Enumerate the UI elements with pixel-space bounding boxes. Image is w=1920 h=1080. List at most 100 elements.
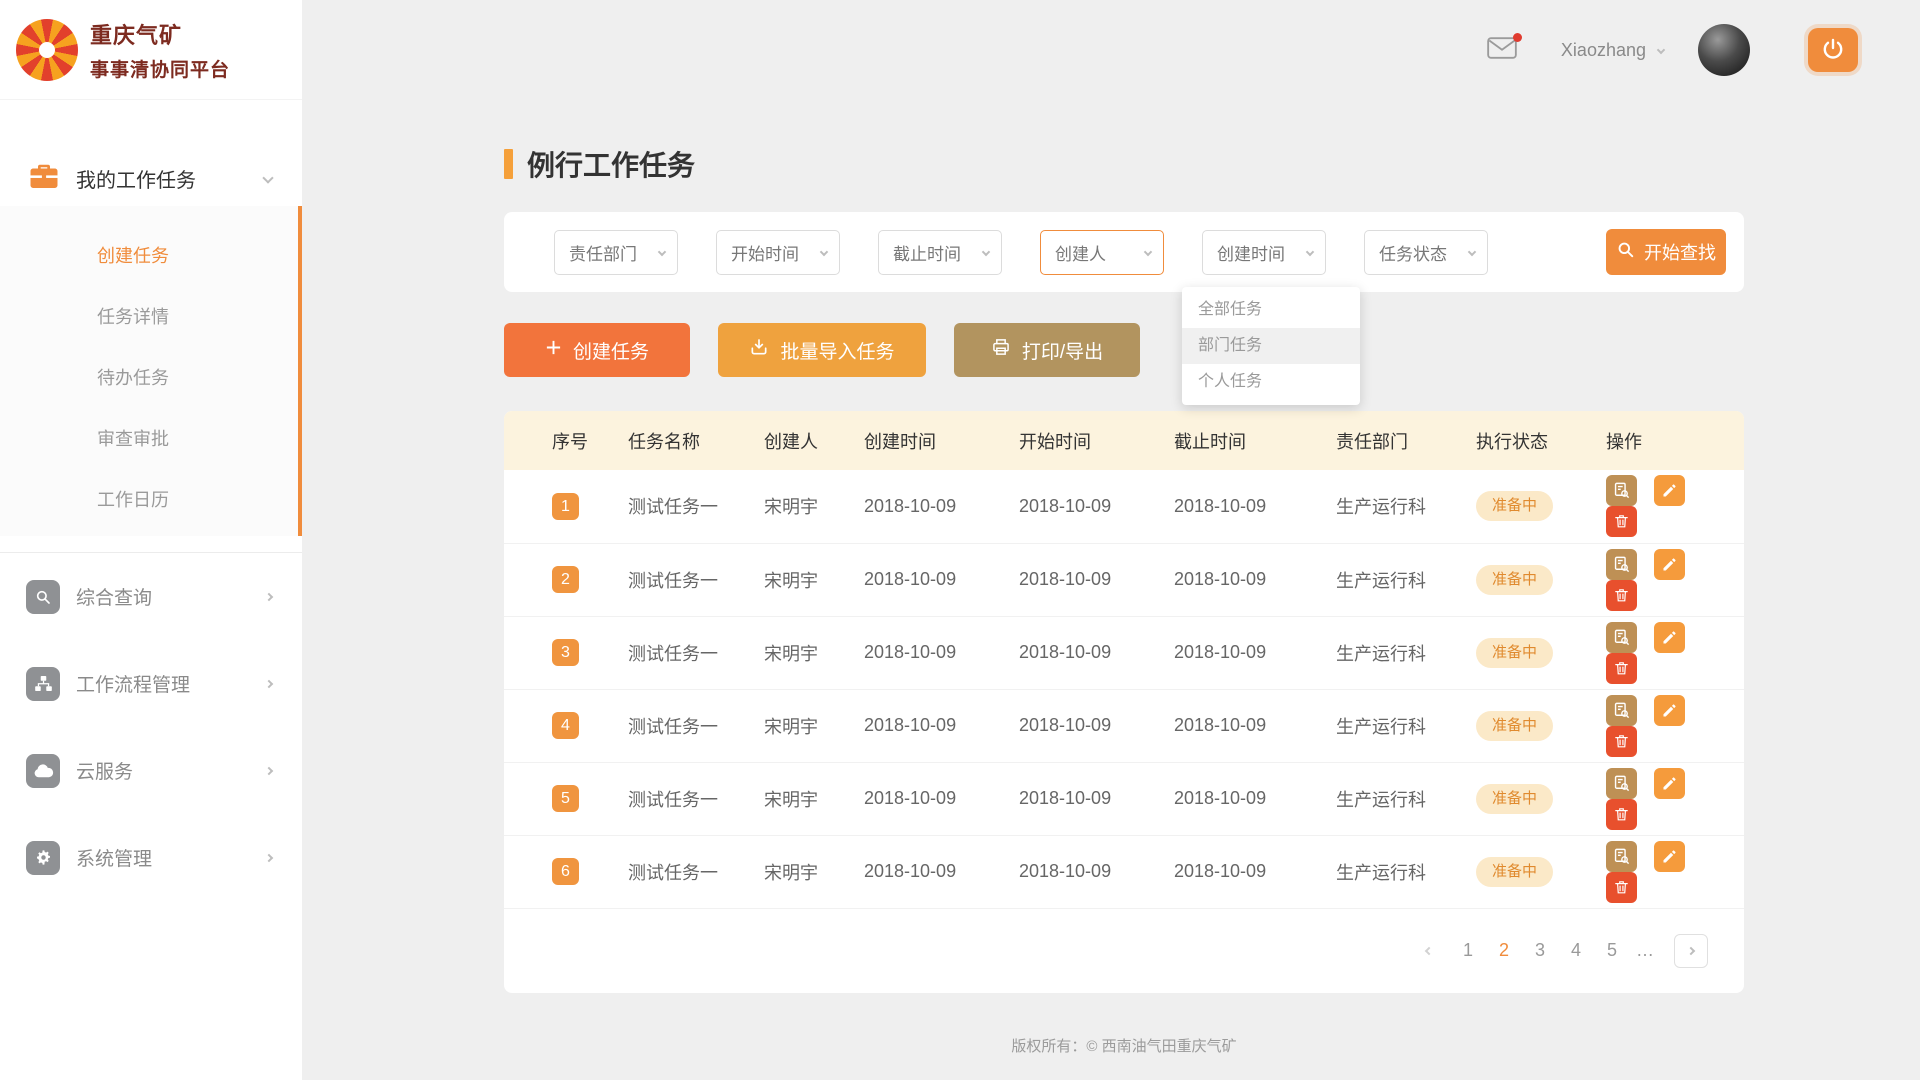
caret-down-icon bbox=[658, 248, 666, 256]
sidebar-item-comprehensive-query[interactable]: 综合查询 bbox=[0, 553, 302, 640]
status-badge: 准备中 bbox=[1476, 565, 1553, 595]
page-title-row: 例行工作任务 bbox=[504, 100, 1744, 182]
sidebar-item-system-management[interactable]: 系统管理 bbox=[0, 814, 302, 901]
page-number[interactable]: 4 bbox=[1564, 940, 1588, 961]
view-button[interactable] bbox=[1606, 622, 1637, 653]
create-task-button[interactable]: 创建任务 bbox=[504, 323, 690, 377]
edit-button[interactable] bbox=[1654, 841, 1685, 872]
logout-button[interactable] bbox=[1808, 28, 1858, 72]
chevron-left-icon bbox=[1425, 946, 1433, 954]
cell-start: 2018-10-09 bbox=[1007, 762, 1162, 835]
header-task-name: 任务名称 bbox=[616, 411, 752, 470]
brand-text: 重庆气矿 事事清协同平台 bbox=[90, 18, 230, 82]
table-row: 5 测试任务一 宋明宇 2018-10-09 2018-10-09 2018-1… bbox=[504, 762, 1744, 835]
cell-start: 2018-10-09 bbox=[1007, 835, 1162, 908]
select-label: 任务状态 bbox=[1379, 240, 1447, 265]
sidebar-item-todo-tasks[interactable]: 待办任务 bbox=[0, 348, 298, 409]
dropdown-option-dept-tasks[interactable]: 部门任务 bbox=[1182, 328, 1360, 364]
table-row: 2 测试任务一 宋明宇 2018-10-09 2018-10-09 2018-1… bbox=[504, 543, 1744, 616]
content: 例行工作任务 责任部门 开始时间 截止时间 创建人 bbox=[504, 100, 1744, 1056]
sidebar-item-label: 工作流程管理 bbox=[76, 670, 266, 697]
sidebar-item-my-tasks[interactable]: 我的工作任务 bbox=[0, 150, 302, 206]
cell-created: 2018-10-09 bbox=[852, 689, 1007, 762]
sidebar-item-create-task[interactable]: 创建任务 bbox=[0, 226, 298, 287]
bulk-import-button[interactable]: 批量导入任务 bbox=[718, 323, 926, 377]
cell-deadline: 2018-10-09 bbox=[1162, 543, 1324, 616]
view-button[interactable] bbox=[1606, 695, 1637, 726]
brand-block: 重庆气矿 事事清协同平台 bbox=[0, 0, 302, 100]
edit-button[interactable] bbox=[1654, 622, 1685, 653]
cell-status: 准备中 bbox=[1464, 470, 1594, 543]
edit-button[interactable] bbox=[1654, 768, 1685, 799]
sidebar-item-task-detail[interactable]: 任务详情 bbox=[0, 287, 298, 348]
view-button[interactable] bbox=[1606, 841, 1637, 872]
edit-button[interactable] bbox=[1654, 695, 1685, 726]
sidebar-item-label: 我的工作任务 bbox=[76, 164, 264, 193]
topbar: Xiaozhang bbox=[302, 0, 1920, 100]
page-number[interactable]: 3 bbox=[1528, 940, 1552, 961]
power-icon bbox=[1821, 37, 1845, 64]
page-number[interactable]: 1 bbox=[1456, 940, 1480, 961]
print-export-button[interactable]: 打印/导出 bbox=[954, 323, 1140, 377]
dropdown-option-personal-tasks[interactable]: 个人任务 bbox=[1182, 364, 1360, 400]
view-button[interactable] bbox=[1606, 768, 1637, 799]
delete-button[interactable] bbox=[1606, 872, 1637, 903]
chevron-right-icon bbox=[1687, 946, 1695, 954]
chevron-right-icon bbox=[265, 853, 273, 861]
sitemap-icon bbox=[26, 667, 60, 701]
search-button[interactable]: 开始查找 bbox=[1606, 229, 1726, 275]
cell-created: 2018-10-09 bbox=[852, 543, 1007, 616]
delete-button[interactable] bbox=[1606, 653, 1637, 684]
sidebar-item-work-calendar[interactable]: 工作日历 bbox=[0, 470, 298, 531]
select-create-time[interactable]: 创建时间 bbox=[1202, 230, 1326, 275]
select-creator[interactable]: 创建人 bbox=[1040, 230, 1164, 275]
cell-actions bbox=[1594, 616, 1744, 689]
dropdown-option-all-tasks[interactable]: 全部任务 bbox=[1182, 292, 1360, 328]
cell-creator: 宋明宇 bbox=[752, 543, 852, 616]
brand-subtitle: 事事清协同平台 bbox=[90, 55, 230, 82]
mail-button[interactable] bbox=[1487, 36, 1517, 65]
pagination-prev-button[interactable] bbox=[1414, 936, 1444, 966]
pagination-next-button[interactable] bbox=[1674, 934, 1708, 968]
table-row: 4 测试任务一 宋明宇 2018-10-09 2018-10-09 2018-1… bbox=[504, 689, 1744, 762]
cell-actions bbox=[1594, 689, 1744, 762]
plus-icon bbox=[545, 339, 562, 362]
page-number-active[interactable]: 2 bbox=[1492, 940, 1516, 961]
edit-button[interactable] bbox=[1654, 475, 1685, 506]
user-menu[interactable]: Xiaozhang bbox=[1561, 40, 1664, 61]
select-start-time[interactable]: 开始时间 bbox=[716, 230, 840, 275]
task-type-dropdown: 全部任务 部门任务 个人任务 bbox=[1182, 287, 1360, 405]
cell-status: 准备中 bbox=[1464, 689, 1594, 762]
cell-deadline: 2018-10-09 bbox=[1162, 616, 1324, 689]
cell-creator: 宋明宇 bbox=[752, 835, 852, 908]
table-header-row: 序号 任务名称 创建人 创建时间 开始时间 截止时间 责任部门 执行状态 操作 bbox=[504, 411, 1744, 470]
cell-deadline: 2018-10-09 bbox=[1162, 762, 1324, 835]
sidebar-item-review-approval[interactable]: 审查审批 bbox=[0, 409, 298, 470]
page-number[interactable]: 5 bbox=[1600, 940, 1624, 961]
delete-button[interactable] bbox=[1606, 799, 1637, 830]
view-button[interactable] bbox=[1606, 475, 1637, 506]
avatar[interactable] bbox=[1698, 24, 1750, 76]
cell-deadline: 2018-10-09 bbox=[1162, 470, 1324, 543]
select-responsible-dept[interactable]: 责任部门 bbox=[554, 230, 678, 275]
header-status: 执行状态 bbox=[1464, 411, 1594, 470]
delete-button[interactable] bbox=[1606, 726, 1637, 757]
status-badge: 准备中 bbox=[1476, 491, 1553, 521]
select-label: 责任部门 bbox=[569, 240, 637, 265]
delete-button[interactable] bbox=[1606, 580, 1637, 611]
cell-created: 2018-10-09 bbox=[852, 470, 1007, 543]
select-deadline[interactable]: 截止时间 bbox=[878, 230, 1002, 275]
view-button[interactable] bbox=[1606, 549, 1637, 580]
select-label: 创建人 bbox=[1055, 240, 1106, 265]
create-task-label: 创建任务 bbox=[573, 337, 649, 364]
cell-task-name: 测试任务一 bbox=[616, 835, 752, 908]
cell-dept: 生产运行科 bbox=[1324, 689, 1464, 762]
select-label: 截止时间 bbox=[893, 240, 961, 265]
caret-down-icon bbox=[982, 248, 990, 256]
delete-button[interactable] bbox=[1606, 506, 1637, 537]
select-task-status[interactable]: 任务状态 bbox=[1364, 230, 1488, 275]
edit-button[interactable] bbox=[1654, 549, 1685, 580]
sidebar-item-cloud-services[interactable]: 云服务 bbox=[0, 727, 302, 814]
sidebar-item-label: 综合查询 bbox=[76, 583, 266, 610]
sidebar-item-workflow-management[interactable]: 工作流程管理 bbox=[0, 640, 302, 727]
